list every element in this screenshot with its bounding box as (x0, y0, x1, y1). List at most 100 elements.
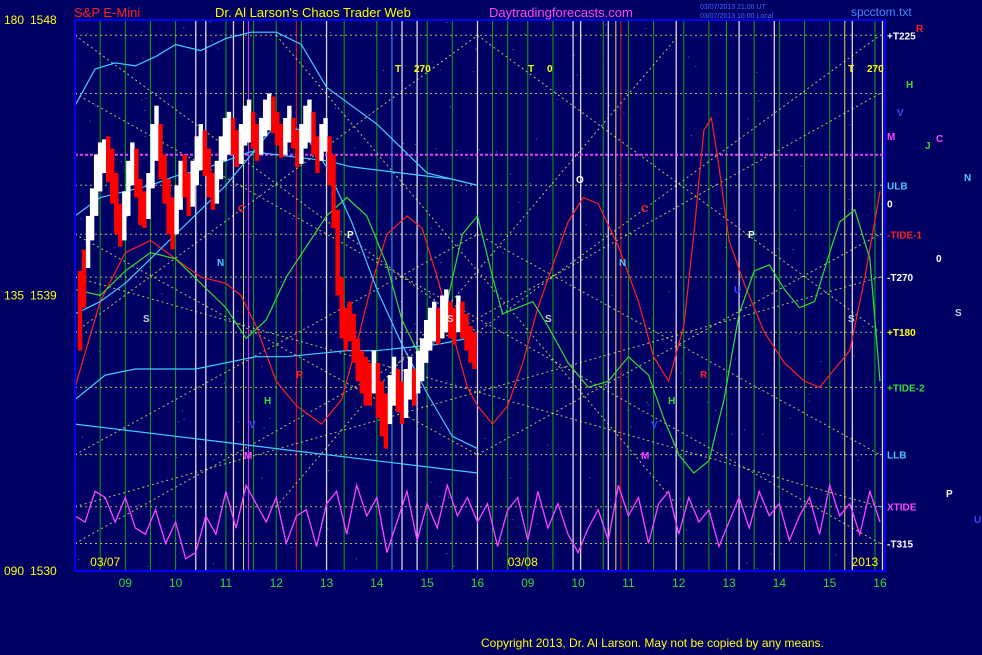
star-dot (440, 262, 442, 264)
price-bar (258, 117, 264, 155)
x-tick-label: 16 (873, 576, 887, 590)
x-tick-label: 10 (169, 576, 183, 590)
star-dot (181, 410, 183, 412)
star-dot (288, 150, 290, 152)
x-tick-label: 15 (420, 576, 434, 590)
chart-canvas: 180 1548 135 1539 090 1530 09 10 11 12 13 14 15 16 09 1… (0, 0, 982, 650)
star-dot (348, 532, 350, 534)
chart-annotation: S (848, 314, 855, 325)
star-dot (747, 118, 749, 120)
level-label: +T180 (887, 328, 916, 339)
star-dot (645, 28, 647, 30)
star-dot (305, 450, 307, 452)
price-bar (93, 154, 99, 216)
star-dot (389, 157, 391, 159)
star-dot (280, 281, 282, 283)
star-dot (605, 24, 607, 26)
price-bar (210, 173, 216, 210)
planet-marker: S (955, 308, 962, 319)
price-bar (266, 93, 272, 131)
star-dot (536, 523, 538, 525)
y-price-label: 1548 (30, 13, 57, 27)
star-dot (557, 98, 559, 100)
x-tick-label: 15 (823, 576, 837, 590)
star-dot (524, 33, 526, 35)
star-dot (217, 47, 219, 49)
chart-annotation: S (545, 314, 552, 325)
date-label: 03/07 (90, 555, 120, 569)
star-dot (354, 147, 356, 149)
level-label: -T315 (887, 539, 914, 550)
star-dot (385, 455, 387, 457)
planet-marker: R (916, 24, 924, 35)
price-bar (359, 350, 364, 394)
star-dot (563, 241, 565, 243)
star-dot (447, 497, 449, 499)
price-bar (299, 124, 304, 164)
star-dot (147, 565, 149, 567)
star-dot (210, 21, 212, 23)
x-tick-label: 14 (773, 576, 787, 590)
star-dot (430, 481, 432, 483)
price-bar (101, 139, 107, 174)
y-scale-label: 090 (4, 564, 24, 578)
star-dot (260, 116, 262, 118)
star-dot (466, 190, 468, 192)
price-bar (311, 111, 316, 155)
price-bar (81, 249, 87, 308)
symbol-label: S&P E-Mini (74, 5, 140, 20)
timestamp-ut: 03/07/2013 21:00 UT (700, 4, 766, 11)
price-bar (335, 209, 340, 296)
star-dot (859, 512, 861, 514)
star-dot (848, 199, 850, 201)
star-dot (89, 120, 91, 122)
chart-annotation: M (244, 451, 252, 462)
star-dot (690, 135, 692, 137)
star-dot (298, 214, 300, 216)
star-dot (359, 212, 361, 214)
price-bar (367, 362, 373, 406)
star-dot (777, 248, 779, 250)
chart-annotation: S (447, 314, 454, 325)
star-dot (770, 553, 772, 555)
star-dot (509, 173, 511, 175)
level-label: +T225 (887, 31, 916, 42)
star-dot (354, 367, 356, 369)
star-dot (467, 158, 469, 160)
chart-annotation: V (651, 420, 658, 431)
star-dot (706, 401, 708, 403)
chart-annotation: P (748, 230, 755, 241)
star-dot (518, 202, 520, 204)
star-dot (560, 237, 562, 239)
star-dot (550, 278, 552, 280)
star-dot (746, 562, 748, 564)
x-tick-label: 16 (471, 576, 485, 590)
price-bar (432, 301, 437, 342)
star-dot (715, 95, 717, 97)
price-bar (118, 203, 123, 247)
star-dot (462, 248, 464, 250)
x-tick-label: 11 (220, 576, 233, 590)
price-bar (391, 356, 397, 406)
price-bar (363, 356, 368, 406)
star-dot (547, 444, 549, 446)
price-bar (97, 142, 103, 192)
price-bar (77, 271, 83, 351)
price-bar (427, 307, 433, 351)
chart-annotation: N (217, 258, 224, 269)
price-bar (246, 99, 252, 143)
star-dot (440, 427, 442, 429)
star-dot (762, 433, 764, 435)
star-dot (345, 204, 347, 206)
star-dot (449, 106, 451, 108)
star-dot (446, 552, 448, 554)
star-dot (172, 515, 174, 517)
y-scale-label: 135 (4, 289, 24, 303)
file-label: spcctom.txt (851, 5, 912, 19)
price-bar (303, 105, 308, 149)
price-bar (122, 191, 127, 241)
star-dot (355, 558, 357, 560)
star-dot (453, 565, 455, 567)
star-dot (796, 390, 798, 392)
chart-annotation: H (264, 396, 271, 407)
